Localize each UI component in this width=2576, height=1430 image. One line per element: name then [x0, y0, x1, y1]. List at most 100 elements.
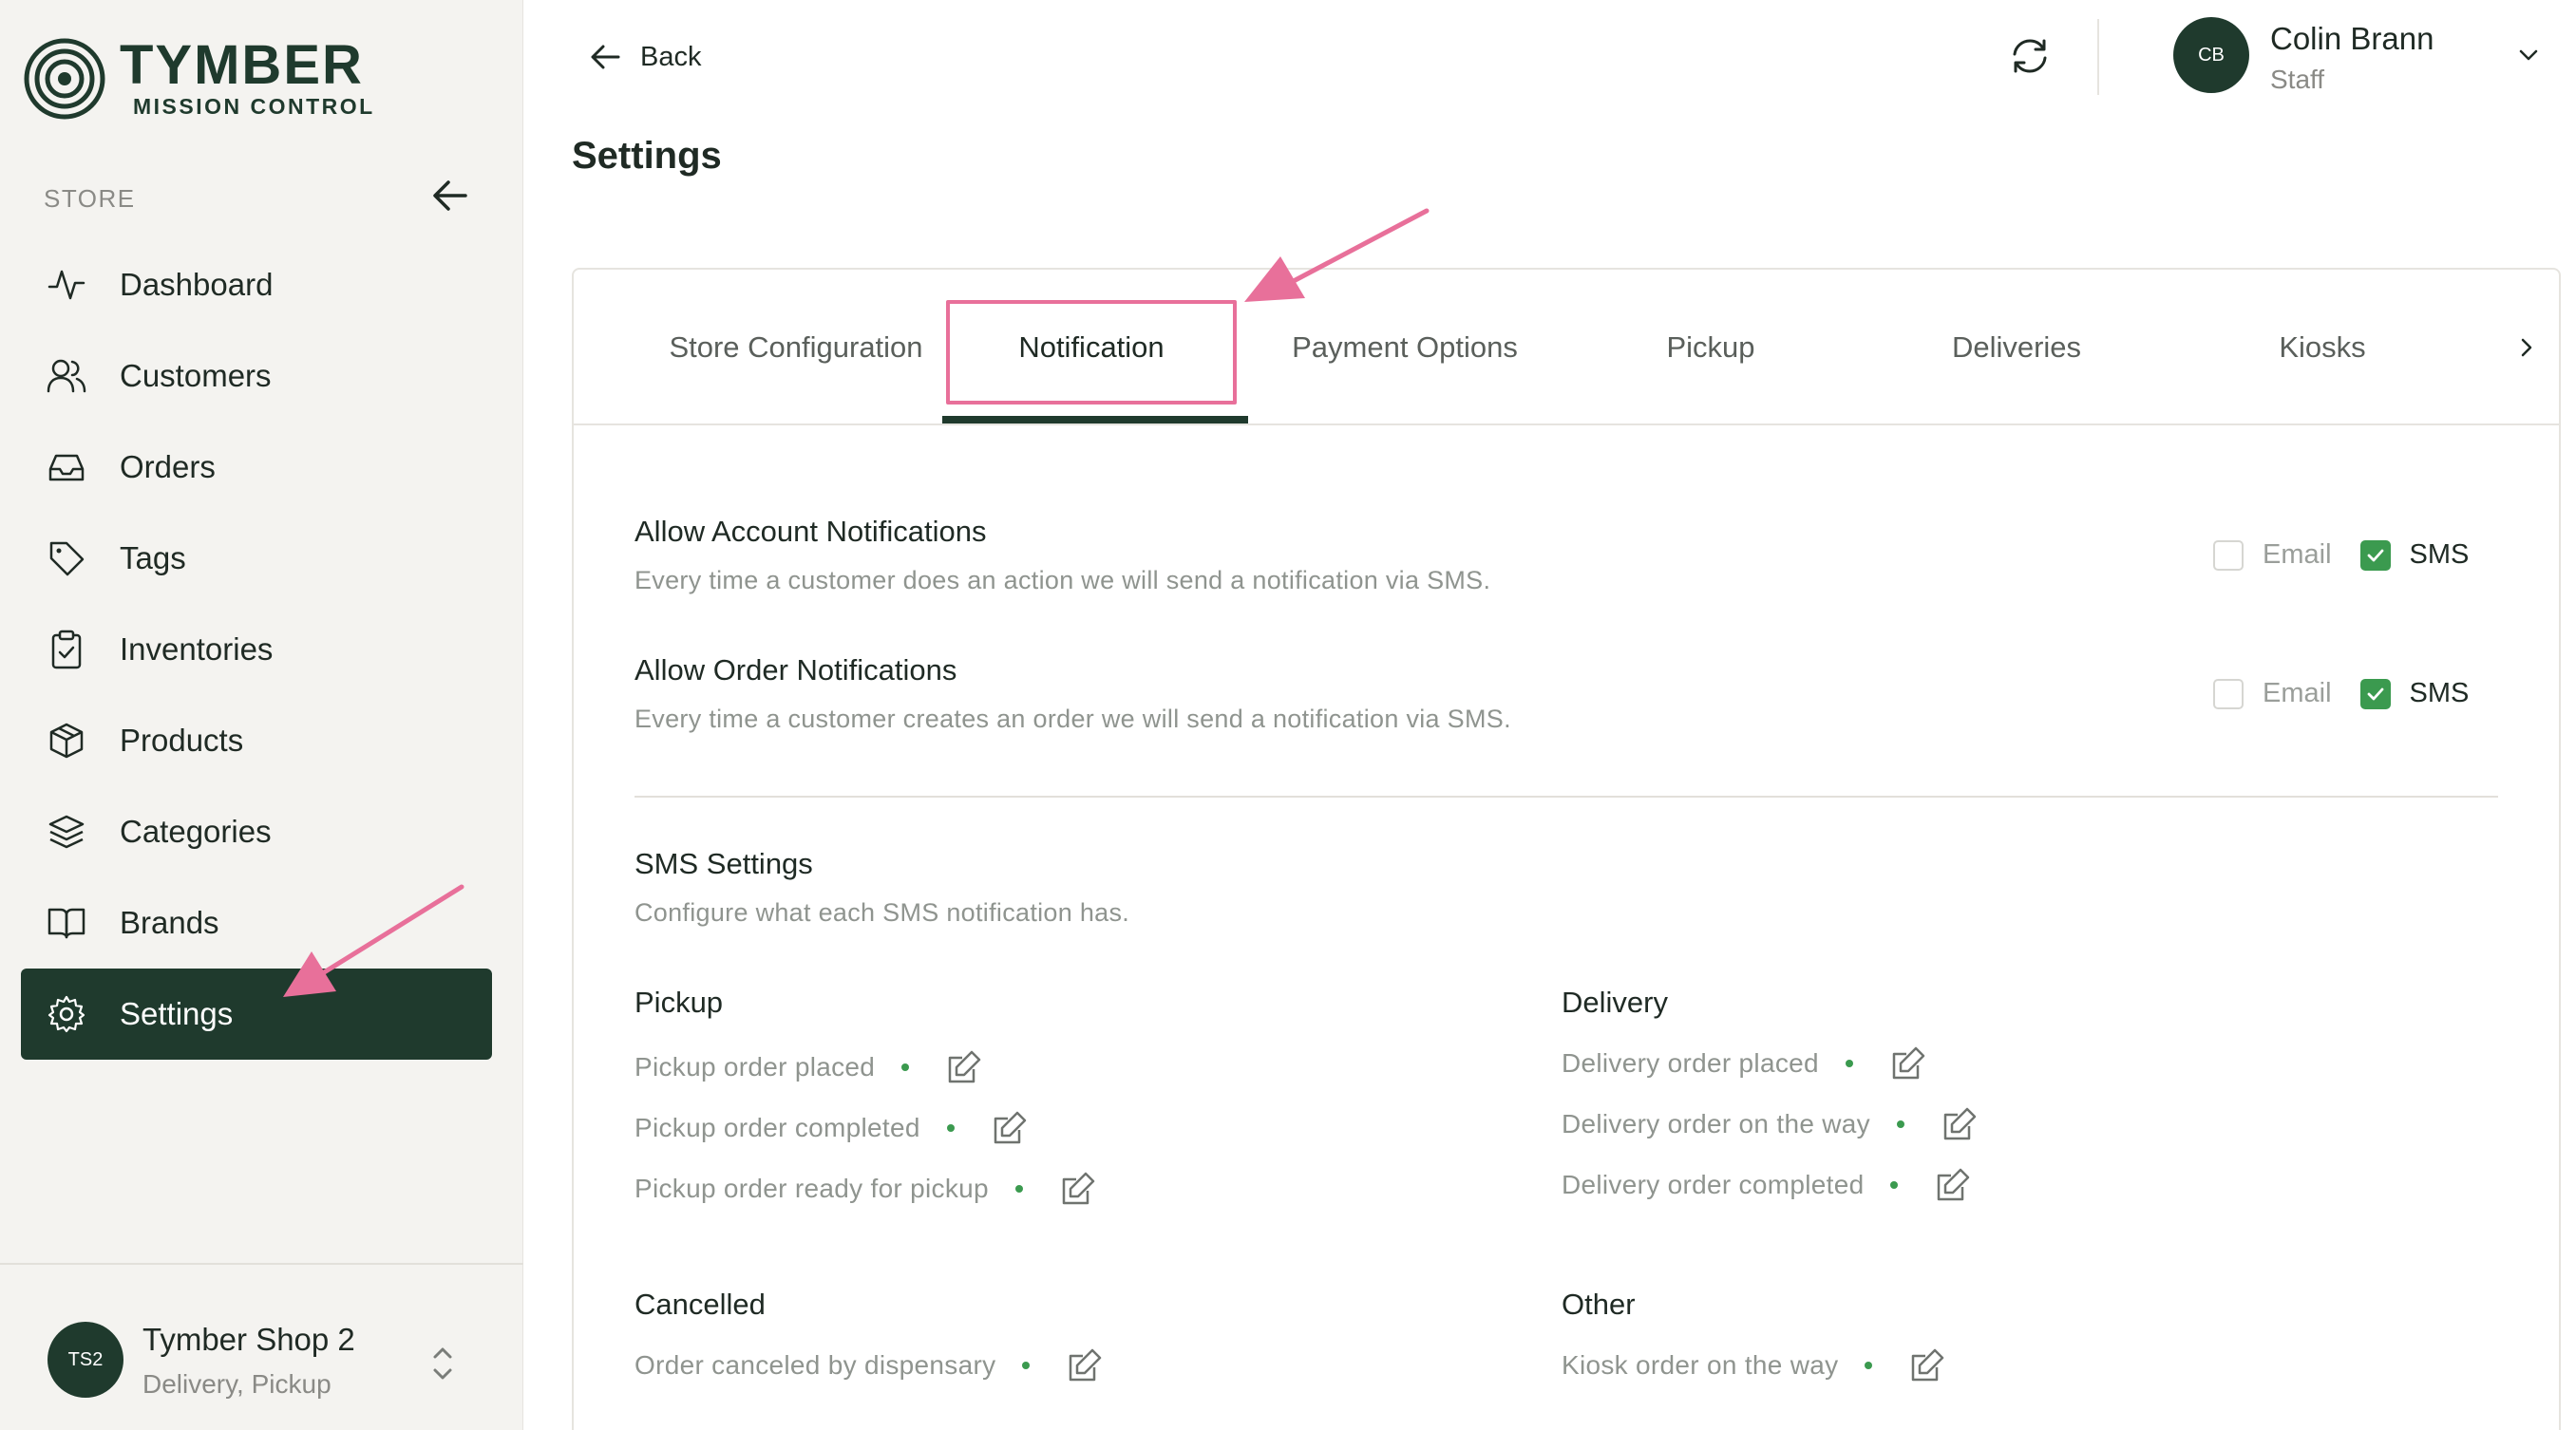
- sms-template-label: Delivery order placed: [1562, 1048, 1819, 1078]
- layers-icon: [46, 811, 87, 853]
- topbar-divider: [2097, 19, 2099, 95]
- sms-template-label: Delivery order completed: [1562, 1170, 1865, 1199]
- delivery-group-title: Delivery: [1562, 986, 1668, 1019]
- tab-store-configuration[interactable]: Store Configuration: [646, 270, 946, 425]
- sidebar-item-inventories[interactable]: Inventories: [21, 604, 492, 695]
- edit-icon[interactable]: [1906, 1345, 1948, 1386]
- edit-icon[interactable]: [943, 1046, 985, 1088]
- refresh-icon: [2013, 39, 2047, 73]
- sms-template-label: Order canceled by dispensary: [635, 1350, 996, 1380]
- sms-template-label: Pickup order completed: [635, 1113, 920, 1142]
- chevron-down-icon: [2519, 49, 2538, 61]
- tab-pickup[interactable]: Pickup: [1558, 270, 1864, 425]
- sidebar-item-label: Customers: [120, 358, 272, 393]
- section-divider: [635, 796, 2498, 798]
- tymber-logo[interactable]: TYMBER MISSION CONTROL: [23, 36, 375, 122]
- edit-icon[interactable]: [1064, 1345, 1106, 1386]
- page-title: Settings: [572, 135, 722, 177]
- activity-icon: [46, 264, 87, 306]
- arrow-left-icon: [433, 180, 467, 211]
- shop-switcher[interactable]: TS2 Tymber Shop 2 Delivery, Pickup: [0, 1263, 523, 1430]
- shop-subtitle: Delivery, Pickup: [142, 1369, 331, 1399]
- status-dot: [1890, 1181, 1899, 1189]
- sidebar-item-label: Tags: [120, 540, 186, 575]
- back-label: Back: [640, 41, 702, 72]
- sidebar-section-label: STORE: [44, 184, 136, 213]
- sidebar-item-orders[interactable]: Orders: [21, 422, 492, 513]
- sidebar-item-tags[interactable]: Tags: [21, 513, 492, 604]
- sms-template-label: Pickup order ready for pickup: [635, 1174, 989, 1203]
- chevron-right-icon: [2521, 338, 2532, 357]
- other-group-title: Other: [1562, 1288, 1636, 1321]
- sms-template-item: Pickup order placed: [635, 1046, 985, 1088]
- order-notifications-title: Allow Order Notifications: [635, 653, 957, 687]
- sidebar-item-label: Orders: [120, 449, 216, 484]
- user-name: Colin Brann: [2270, 21, 2434, 56]
- inbox-icon: [46, 446, 87, 488]
- sms-template-item: Pickup order completed: [635, 1107, 1031, 1149]
- order-email-checkbox[interactable]: [2213, 678, 2244, 709]
- sms-template-item: Kiosk order on the way: [1562, 1345, 1948, 1386]
- tab-payment-options[interactable]: Payment Options: [1252, 270, 1558, 425]
- refresh-button[interactable]: [2006, 32, 2054, 80]
- sms-template-label: Pickup order placed: [635, 1052, 876, 1082]
- account-email-label: Email: [2263, 539, 2332, 570]
- sidebar-item-label: Inventories: [120, 631, 274, 667]
- sidebar-item-customers[interactable]: Customers: [21, 330, 492, 422]
- collapse-sidebar-button[interactable]: [429, 177, 471, 215]
- gear-icon: [46, 993, 87, 1035]
- account-email-checkbox[interactable]: [2213, 539, 2244, 571]
- sidebar-item-categories[interactable]: Categories: [21, 786, 492, 877]
- sms-settings-title: SMS Settings: [635, 847, 813, 880]
- user-avatar[interactable]: CB: [2173, 17, 2249, 93]
- sidebar-item-products[interactable]: Products: [21, 695, 492, 786]
- sidebar-item-label: Dashboard: [120, 267, 274, 302]
- tab-deliveries[interactable]: Deliveries: [1864, 270, 2169, 425]
- users-icon: [46, 355, 87, 397]
- tymber-logo-mark: [24, 38, 105, 120]
- order-email-label: Email: [2263, 678, 2332, 708]
- edit-icon[interactable]: [1932, 1164, 1974, 1206]
- cancelled-group-title: Cancelled: [635, 1288, 766, 1321]
- account-notifications-description: Every time a customer does an action we …: [635, 566, 1491, 594]
- chevron-up-down-icon[interactable]: [426, 1339, 460, 1388]
- book-open-icon: [46, 902, 87, 944]
- sidebar-item-dashboard[interactable]: Dashboard: [21, 239, 492, 330]
- shop-name: Tymber Shop 2: [142, 1322, 355, 1357]
- edit-icon[interactable]: [1057, 1168, 1099, 1210]
- sidebar: TYMBER MISSION CONTROL STORE Dashboard C…: [0, 0, 523, 1430]
- order-sms-checkbox[interactable]: [2359, 678, 2391, 709]
- tag-icon: [46, 537, 87, 579]
- tab-kiosks[interactable]: Kiosks: [2169, 270, 2475, 425]
- back-button[interactable]: Back: [589, 36, 701, 78]
- sidebar-item-settings[interactable]: Settings: [21, 969, 492, 1060]
- arrow-left-icon: [591, 45, 620, 69]
- tabs-scroll-right-button[interactable]: [2506, 327, 2548, 368]
- sidebar-nav: Dashboard Customers Orders Tags Inventor…: [21, 239, 492, 1060]
- edit-icon[interactable]: [1939, 1103, 1980, 1145]
- status-dot: [1865, 1362, 1873, 1369]
- order-notification-channels: Email SMS: [2213, 678, 2469, 709]
- sms-template-item: Delivery order placed: [1562, 1043, 1929, 1084]
- clipboard-check-icon: [46, 629, 87, 670]
- edit-icon[interactable]: [989, 1107, 1031, 1149]
- account-sms-checkbox[interactable]: [2359, 539, 2391, 571]
- sms-template-item: Pickup order ready for pickup: [635, 1168, 1099, 1210]
- sms-template-label: Kiosk order on the way: [1562, 1350, 1839, 1380]
- order-sms-label: SMS: [2409, 678, 2470, 708]
- check-icon: [2367, 549, 2383, 561]
- sms-template-label: Delivery order on the way: [1562, 1109, 1870, 1138]
- annotation-highlight-box: [946, 300, 1237, 405]
- pickup-group-title: Pickup: [635, 986, 724, 1019]
- account-notifications-title: Allow Account Notifications: [635, 515, 987, 548]
- sidebar-item-brands[interactable]: Brands: [21, 877, 492, 969]
- shop-avatar: TS2: [47, 1322, 123, 1398]
- order-notifications-description: Every time a customer creates an order w…: [635, 705, 1511, 733]
- user-menu-button[interactable]: [2513, 40, 2544, 70]
- status-dot: [946, 1124, 955, 1132]
- user-role: Staff: [2270, 65, 2325, 94]
- edit-icon[interactable]: [1887, 1043, 1929, 1084]
- account-notification-channels: Email SMS: [2213, 539, 2469, 571]
- sms-template-item: Order canceled by dispensary: [635, 1345, 1106, 1386]
- brand-name: TYMBER: [120, 33, 364, 96]
